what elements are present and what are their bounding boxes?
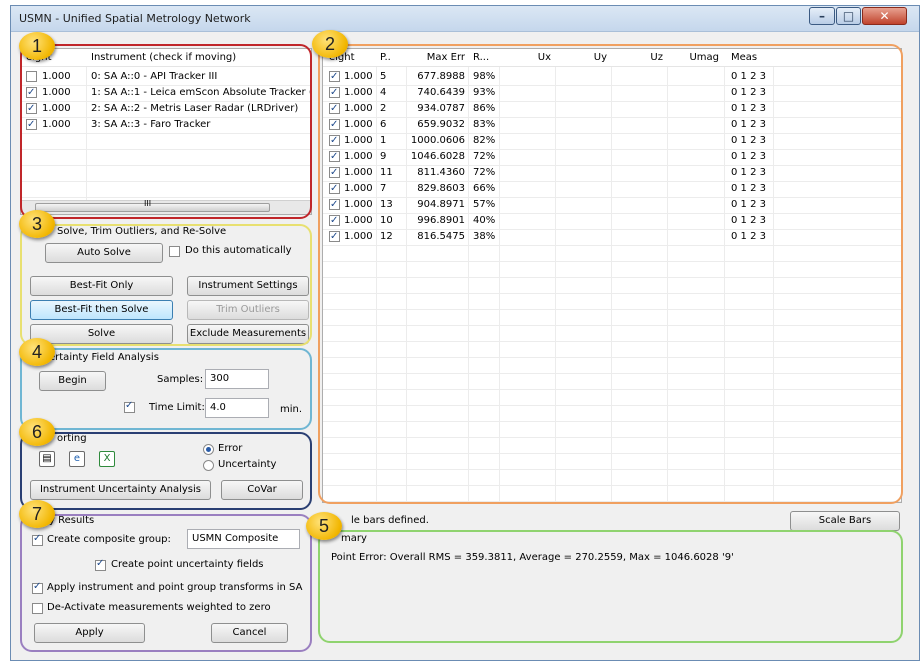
scale-bars-button[interactable]: Scale Bars <box>790 511 900 531</box>
callout-ufa <box>20 348 312 430</box>
callout-solve <box>20 224 312 346</box>
badge-6: 6 <box>19 418 55 446</box>
title-bar: USMN - Unified Spatial Metrology Network… <box>11 6 919 32</box>
callout-sorting <box>20 432 312 510</box>
badge-3: 3 <box>19 210 55 238</box>
badge-1: 1 <box>19 32 55 60</box>
badge-4: 4 <box>19 338 55 366</box>
badge-2: 2 <box>312 30 348 58</box>
callout-results <box>20 514 312 652</box>
window-title: USMN - Unified Spatial Metrology Network <box>19 12 251 25</box>
callout-points <box>318 44 903 504</box>
callout-summary <box>318 530 903 643</box>
close-icon: ✕ <box>879 9 890 23</box>
minimize-button[interactable]: – <box>809 7 835 25</box>
callout-instruments <box>20 44 312 219</box>
minimize-icon: – <box>819 9 825 23</box>
badge-7: 7 <box>19 500 55 528</box>
close-button[interactable]: ✕ <box>862 7 907 25</box>
scale-bars-status: le bars defined. <box>351 515 429 526</box>
maximize-icon: □ <box>842 9 855 23</box>
maximize-button[interactable]: □ <box>836 7 861 25</box>
badge-5: 5 <box>306 512 342 540</box>
